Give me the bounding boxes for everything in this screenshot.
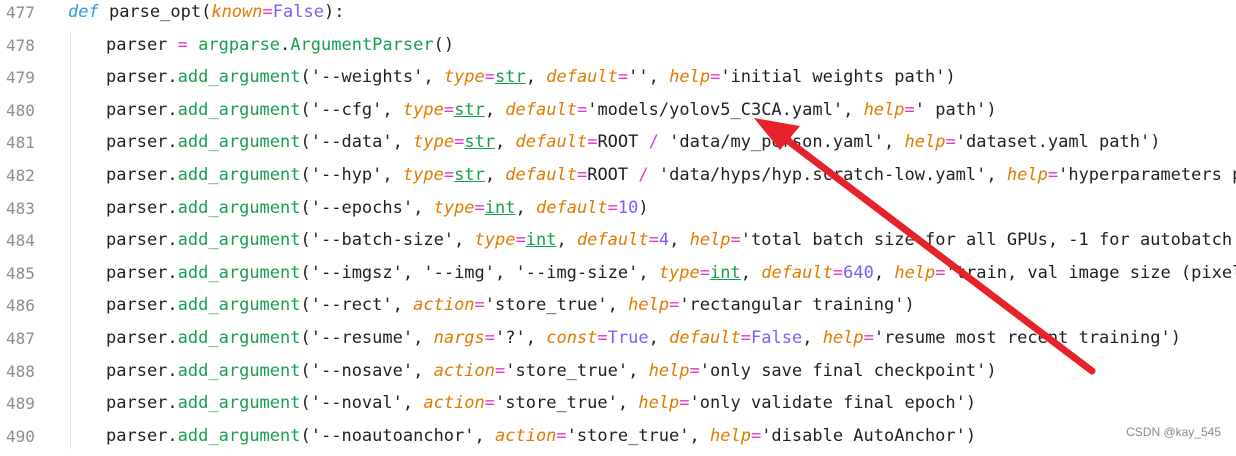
red-annotation-arrow (754, 118, 1096, 375)
arrow-shaft (771, 127, 1096, 375)
watermark: CSDN @kay_545 (1126, 425, 1221, 439)
code-editor[interactable]: 477 def parse_opt(known=False): 478 parser … (0, 0, 1236, 449)
